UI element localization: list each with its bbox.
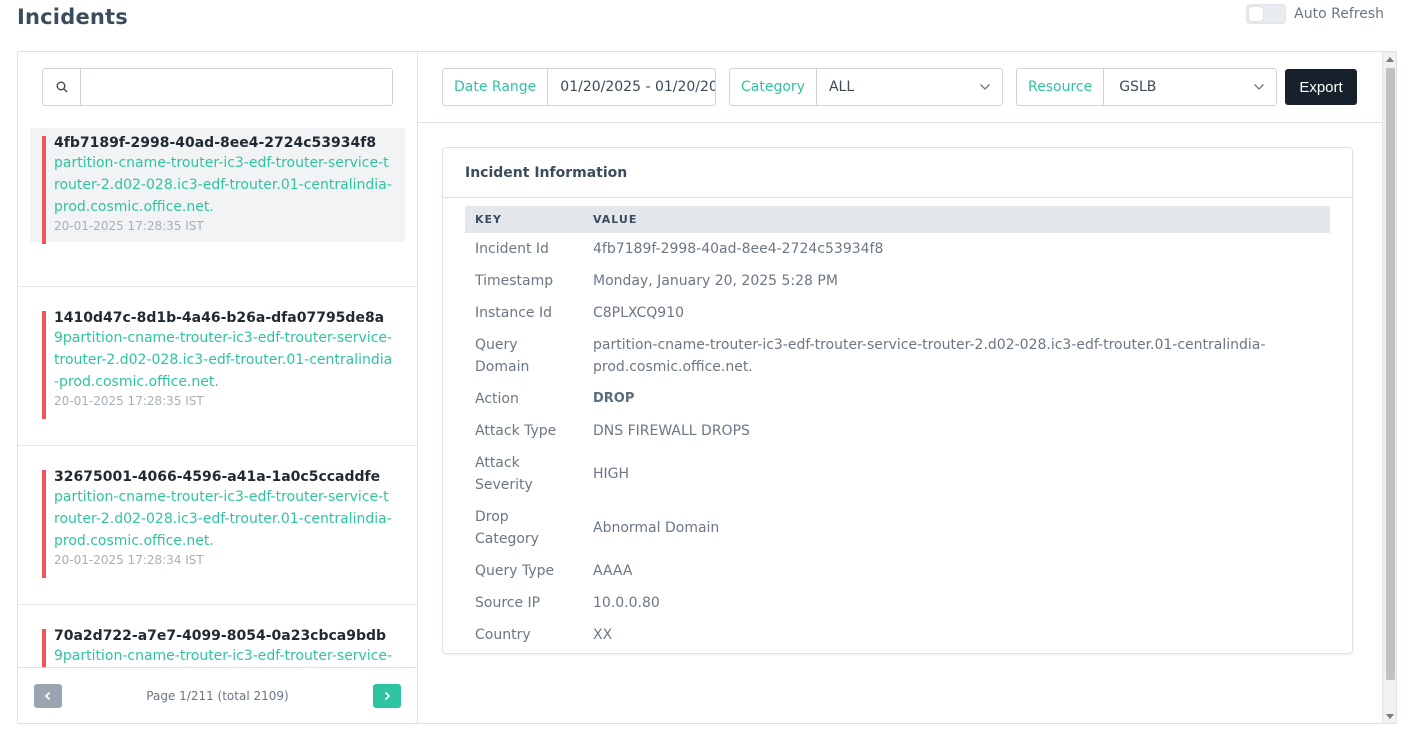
resource-select[interactable]: Resource GSLB: [1016, 68, 1277, 106]
row-value: HIGH: [593, 466, 630, 482]
row-key: Query Domain: [475, 337, 530, 375]
list-item[interactable]: 70a2d722-a7e7-4099-8054-0a23cbca9bdb 9pa…: [18, 605, 417, 667]
table-row: Incident Id 4fb7189f-2998-40ad-8ee4-2724c…: [465, 233, 1330, 265]
value-column-header: VALUE: [593, 213, 638, 226]
chevron-right-icon: [384, 691, 391, 700]
table-row: Action DROP: [465, 383, 1330, 415]
row-value: 10.0.0.80: [593, 595, 660, 611]
table-header-row: KEY VALUE: [465, 206, 1330, 233]
incident-domain: 9partition-cname-trouter-ic3-edf-trouter…: [54, 330, 393, 390]
incident-domain: partition-cname-trouter-ic3-edf-trouter-…: [54, 155, 392, 215]
incident-time: 20-01-2025 17:28:34 IST: [54, 553, 204, 567]
toggle-knob: [1249, 7, 1264, 21]
date-range-filter[interactable]: Date Range 01/20/2025 - 01/20/2025: [442, 68, 716, 106]
row-value: DROP: [593, 391, 635, 406]
incident-time: 20-01-2025 17:28:35 IST: [54, 219, 204, 233]
export-button[interactable]: Export: [1285, 69, 1357, 105]
search-input[interactable]: [81, 69, 392, 105]
row-value: Abnormal Domain: [593, 520, 720, 536]
severity-bar: [42, 311, 46, 419]
pagination: Page 1/211 (total 2109): [18, 667, 417, 723]
row-value: partition-cname-trouter-ic3-edf-trouter-…: [593, 337, 1266, 375]
search-icon: [43, 69, 81, 105]
incident-info-table: KEY VALUE Incident Id 4fb7189f-2998-40ad-…: [465, 206, 1330, 651]
auto-refresh: Auto Refresh: [1246, 4, 1384, 24]
row-value: Monday, January 20, 2025 5:28 PM: [593, 273, 838, 289]
prev-page-button[interactable]: [34, 683, 62, 708]
incident-id: 70a2d722-a7e7-4099-8054-0a23cbca9bdb: [54, 628, 387, 644]
table-row: Query Domain partition-cname-trouter-ic3-…: [465, 329, 1330, 383]
key-column-header: KEY: [475, 213, 503, 226]
incident-information-card: Incident Information KEY VALUE Incident …: [442, 147, 1353, 654]
chevron-down-icon: [968, 83, 1002, 91]
row-key: Attack Type: [475, 423, 557, 439]
next-page-button[interactable]: [372, 683, 401, 708]
row-key: Query Type: [475, 563, 555, 579]
scroll-up-icon[interactable]: [1386, 57, 1394, 62]
date-range-value[interactable]: 01/20/2025 - 01/20/2025: [548, 79, 715, 95]
row-key: Attack Severity: [475, 455, 533, 493]
list-item[interactable]: 1410d47c-8d1b-4a46-b26a-dfa07795de8a 9pa…: [18, 287, 417, 446]
incidents-card: 4fb7189f-2998-40ad-8ee4-2724c53934f8 par…: [17, 51, 1397, 724]
row-value: XX: [593, 627, 613, 643]
incident-domain: partition-cname-trouter-ic3-edf-trouter-…: [54, 489, 392, 549]
date-range-label: Date Range: [443, 69, 549, 105]
row-value: AAAA: [593, 563, 633, 579]
table-row: Timestamp Monday, January 20, 2025 5:28 P…: [465, 265, 1330, 297]
incident-id: 32675001-4066-4596-a41a-1a0c5ccaddfe: [54, 469, 381, 485]
row-key: Timestamp: [475, 273, 554, 289]
list-item[interactable]: 32675001-4066-4596-a41a-1a0c5ccaddfe par…: [18, 446, 417, 605]
table-row: Drop Category Abnormal Domain: [465, 501, 1330, 555]
incident-id: 1410d47c-8d1b-4a46-b26a-dfa07795de8a: [54, 310, 385, 326]
scroll-thumb[interactable]: [1386, 68, 1395, 680]
incident-time: 20-01-2025 17:28:35 IST: [54, 394, 204, 408]
search-box: [42, 68, 393, 106]
auto-refresh-toggle[interactable]: [1246, 4, 1287, 24]
severity-bar: [42, 470, 46, 578]
row-value: DNS FIREWALL DROPS: [593, 423, 750, 439]
incident-detail-panel: Date Range 01/20/2025 - 01/20/2025 Categ…: [418, 52, 1382, 723]
resource-label: Resource: [1017, 69, 1105, 105]
table-row: Source IP 10.0.0.80: [465, 587, 1330, 619]
row-value: C8PLXCQ910: [593, 305, 685, 321]
row-key: Incident Id: [475, 241, 549, 257]
incident-list: 4fb7189f-2998-40ad-8ee4-2724c53934f8 par…: [18, 126, 417, 667]
resource-value: GSLB: [1119, 79, 1157, 95]
row-key: Drop Category: [475, 509, 539, 547]
vertical-scrollbar[interactable]: [1382, 52, 1396, 723]
row-key: Source IP: [475, 595, 541, 611]
list-item[interactable]: 4fb7189f-2998-40ad-8ee4-2724c53934f8 par…: [18, 128, 417, 287]
row-key: Country: [475, 627, 531, 643]
incident-domain: 9partition-cname-trouter-ic3-edf-trouter…: [54, 648, 393, 664]
incident-list-panel: 4fb7189f-2998-40ad-8ee4-2724c53934f8 par…: [18, 52, 418, 723]
table-row: Attack Type DNS FIREWALL DROPS: [465, 415, 1330, 447]
info-card-title: Incident Information: [443, 148, 1352, 198]
category-label: Category: [730, 69, 817, 105]
category-select[interactable]: Category ALL: [729, 68, 1003, 106]
chevron-left-icon: [44, 691, 51, 700]
row-value: 4fb7189f-2998-40ad-8ee4-2724c53934f8: [593, 241, 884, 257]
chevron-down-icon: [1242, 83, 1276, 91]
row-key: Instance Id: [475, 305, 553, 321]
auto-refresh-label: Auto Refresh: [1294, 6, 1384, 22]
table-row: Query Type AAAA: [465, 555, 1330, 587]
incident-id: 4fb7189f-2998-40ad-8ee4-2724c53934f8: [54, 135, 377, 151]
page-title: Incidents: [17, 5, 128, 29]
category-value: ALL: [828, 79, 855, 95]
severity-bar: [42, 629, 46, 667]
filter-toolbar: Date Range 01/20/2025 - 01/20/2025 Categ…: [418, 52, 1382, 123]
page-info: Page 1/211 (total 2109): [146, 688, 289, 703]
table-row: Attack Severity HIGH: [465, 447, 1330, 501]
row-key: Action: [475, 391, 519, 407]
severity-bar: [42, 136, 46, 244]
scroll-down-icon[interactable]: [1386, 714, 1394, 719]
table-row: Country XX: [465, 619, 1330, 651]
table-row: Instance Id C8PLXCQ910: [465, 297, 1330, 329]
